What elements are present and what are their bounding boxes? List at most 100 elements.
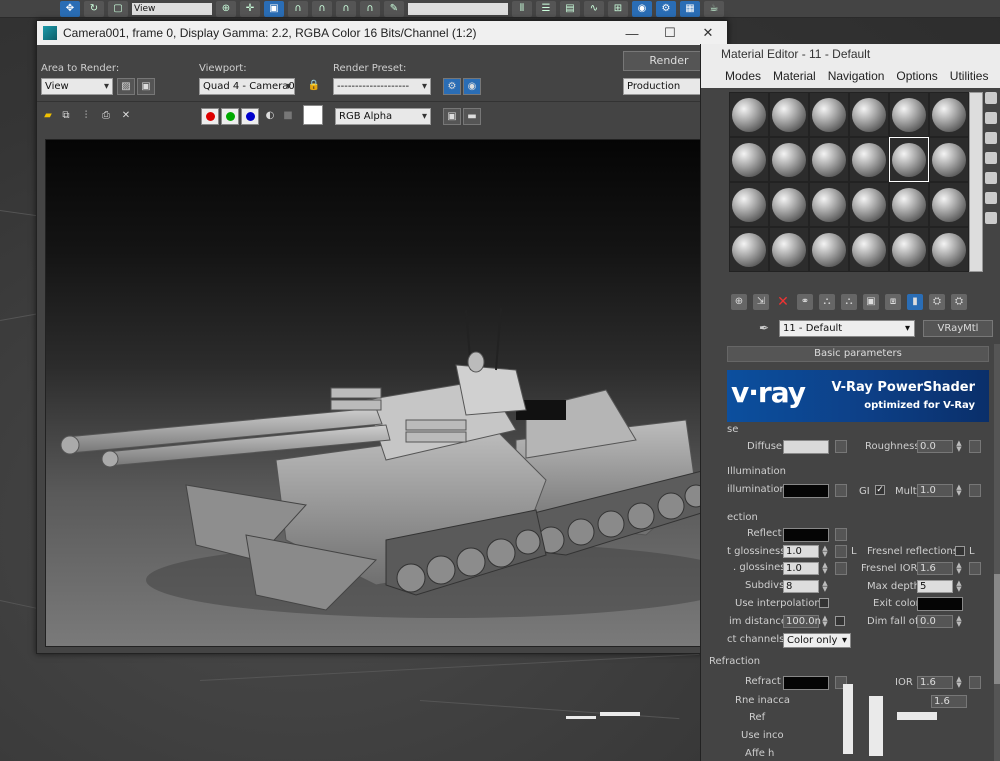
diffuse-color-swatch[interactable] (783, 440, 829, 454)
render-production-icon[interactable]: ☕ (704, 0, 724, 17)
reflect-glossiness-spinner[interactable]: ▲ ▼ (821, 545, 829, 558)
scrollbar-thumb[interactable] (994, 574, 1000, 684)
fresnel-lock-marker[interactable]: L (969, 546, 975, 557)
dim-distance-checkbox[interactable] (835, 616, 845, 626)
diffuse-map-button[interactable] (835, 440, 847, 453)
copy-image-icon[interactable]: ⧉ (57, 108, 75, 125)
material-editor-title[interactable]: Material Editor - 11 - Default (701, 44, 1000, 64)
affect-channels-select[interactable]: Color only (783, 633, 851, 648)
self-illum-map-button[interactable] (835, 484, 847, 497)
material-sample-slot[interactable] (769, 92, 809, 137)
material-sample-slot[interactable] (729, 182, 769, 227)
print-icon[interactable]: ⎙ (97, 108, 115, 125)
fresnel-ior-spinner[interactable]: ▲ ▼ (955, 562, 963, 575)
magnet-icon[interactable]: ∩ (288, 0, 308, 17)
show-end-result-icon[interactable]: ⧆ (885, 294, 901, 310)
menu-material[interactable]: Material (773, 69, 816, 83)
select-by-material-icon[interactable]: ⛭ (951, 294, 967, 310)
green-channel-toggle[interactable] (221, 108, 239, 125)
go-sibling-icon[interactable]: ⛭ (929, 294, 945, 310)
eyedropper-icon[interactable]: ✒ (759, 321, 769, 335)
minimize-button[interactable]: — (613, 26, 651, 41)
mult-input[interactable]: 1.0 (917, 484, 953, 497)
go-parent-icon[interactable]: ▮ (907, 294, 923, 310)
assign-material-icon[interactable]: ⚭ (797, 294, 813, 310)
menu-navigation[interactable]: Navigation (828, 69, 885, 83)
viewport-select[interactable]: Quad 4 - Camera0 (199, 78, 295, 95)
snap-icon[interactable]: ⊕ (216, 0, 236, 17)
hilight-glossiness-spinner[interactable]: ▲ ▼ (821, 562, 829, 575)
layers-icon[interactable]: ▤ (560, 0, 580, 17)
background-icon[interactable] (985, 132, 997, 144)
material-sample-slot[interactable] (889, 182, 929, 227)
view-field[interactable]: View (132, 2, 212, 15)
material-sample-slot[interactable] (769, 182, 809, 227)
material-sample-slot[interactable] (889, 137, 929, 182)
subdivs-input[interactable]: 8 (783, 580, 819, 593)
material-sample-slot[interactable] (849, 137, 889, 182)
material-editor-icon[interactable]: ◉ (632, 0, 652, 17)
mirror-icon[interactable]: ⫴ (512, 0, 532, 17)
material-sample-slot[interactable] (849, 227, 889, 272)
material-sample-slot[interactable] (809, 227, 849, 272)
refract-color-swatch[interactable] (783, 676, 829, 690)
roughness-spinner[interactable]: ▲ ▼ (955, 440, 963, 453)
material-sample-slot[interactable] (929, 92, 969, 137)
fresnel-ior-input[interactable]: 1.6 (917, 562, 953, 575)
alpha-channel-icon[interactable]: ◐ (261, 108, 279, 125)
reflect-map-button[interactable] (835, 528, 847, 541)
clone-window-icon[interactable]: ⫶ (77, 108, 95, 125)
percent-snap-icon[interactable]: ∩ (336, 0, 356, 17)
material-sample-slot[interactable] (889, 227, 929, 272)
render-setup-icon[interactable]: ⚙ (656, 0, 676, 17)
mult-spinner[interactable]: ▲ ▼ (955, 484, 963, 497)
basic-parameters-rollout[interactable]: Basic parameters (727, 346, 989, 362)
clear-icon[interactable]: ✕ (117, 108, 135, 125)
hilight-glossiness-input[interactable]: 1.0 (783, 562, 819, 575)
max-depth-spinner[interactable]: ▲ ▼ (955, 580, 963, 593)
put-to-library-icon[interactable]: ⛬ (819, 294, 835, 310)
auto-region-icon[interactable]: ▣ (137, 78, 155, 95)
material-sample-slot[interactable] (889, 92, 929, 137)
dim-falloff-spinner[interactable]: ▲ ▼ (955, 615, 963, 628)
use-interpolation-checkbox[interactable] (819, 598, 829, 608)
show-map-icon[interactable]: ▣ (863, 294, 879, 310)
gi-checkbox[interactable]: ✓ (875, 485, 885, 495)
schematic-icon[interactable]: ⊞ (608, 0, 628, 17)
material-sample-slot[interactable] (929, 182, 969, 227)
material-sample-slot[interactable] (809, 92, 849, 137)
spinner-snap-icon[interactable]: ∩ (360, 0, 380, 17)
material-sample-slot[interactable] (929, 137, 969, 182)
channel-display-select[interactable]: RGB Alpha (335, 108, 431, 125)
self-illum-color-swatch[interactable] (783, 484, 829, 498)
delete-icon[interactable]: ✕ (775, 294, 791, 310)
angle-snap-icon[interactable]: ∩ (312, 0, 332, 17)
material-sample-slot[interactable] (729, 137, 769, 182)
uv-tiling-icon[interactable] (985, 152, 997, 164)
render-setup-icon[interactable]: ⚙ (443, 78, 461, 95)
roughness-input[interactable]: 0.0 (917, 440, 953, 453)
max-depth-input[interactable]: 5 (917, 580, 953, 593)
material-sample-slot[interactable] (769, 137, 809, 182)
render-frame-icon[interactable]: ▦ (680, 0, 700, 17)
material-sample-slot[interactable] (769, 227, 809, 272)
reflect-glossiness-map-button[interactable] (835, 545, 847, 558)
put-to-scene-icon[interactable]: ⇲ (753, 294, 769, 310)
render-preset-select[interactable]: -------------------- (333, 78, 431, 95)
red-channel-toggle[interactable] (201, 108, 219, 125)
close-button[interactable]: ✕ (689, 25, 727, 41)
move-gizmo-icon[interactable]: ✛ (240, 0, 260, 17)
material-sample-slot[interactable] (849, 92, 889, 137)
material-sample-slot[interactable] (929, 227, 969, 272)
slots-scrollbar[interactable] (969, 92, 983, 272)
monochrome-icon[interactable]: ■ (279, 108, 297, 125)
get-material-icon[interactable]: ⊕ (731, 294, 747, 310)
render-window-titlebar[interactable]: Camera001, frame 0, Display Gamma: 2.2, … (37, 21, 727, 45)
environment-icon[interactable]: ◉ (463, 78, 481, 95)
sample-type-icon[interactable] (985, 92, 997, 104)
dim-distance-input[interactable]: 100.0n (783, 615, 821, 628)
scale-icon[interactable]: ▢ (108, 0, 128, 17)
dim-distance-spinner[interactable]: ▲ ▼ (821, 615, 829, 628)
reflect-color-swatch[interactable] (783, 528, 829, 542)
hilight-glossiness-map-button[interactable] (835, 562, 847, 575)
